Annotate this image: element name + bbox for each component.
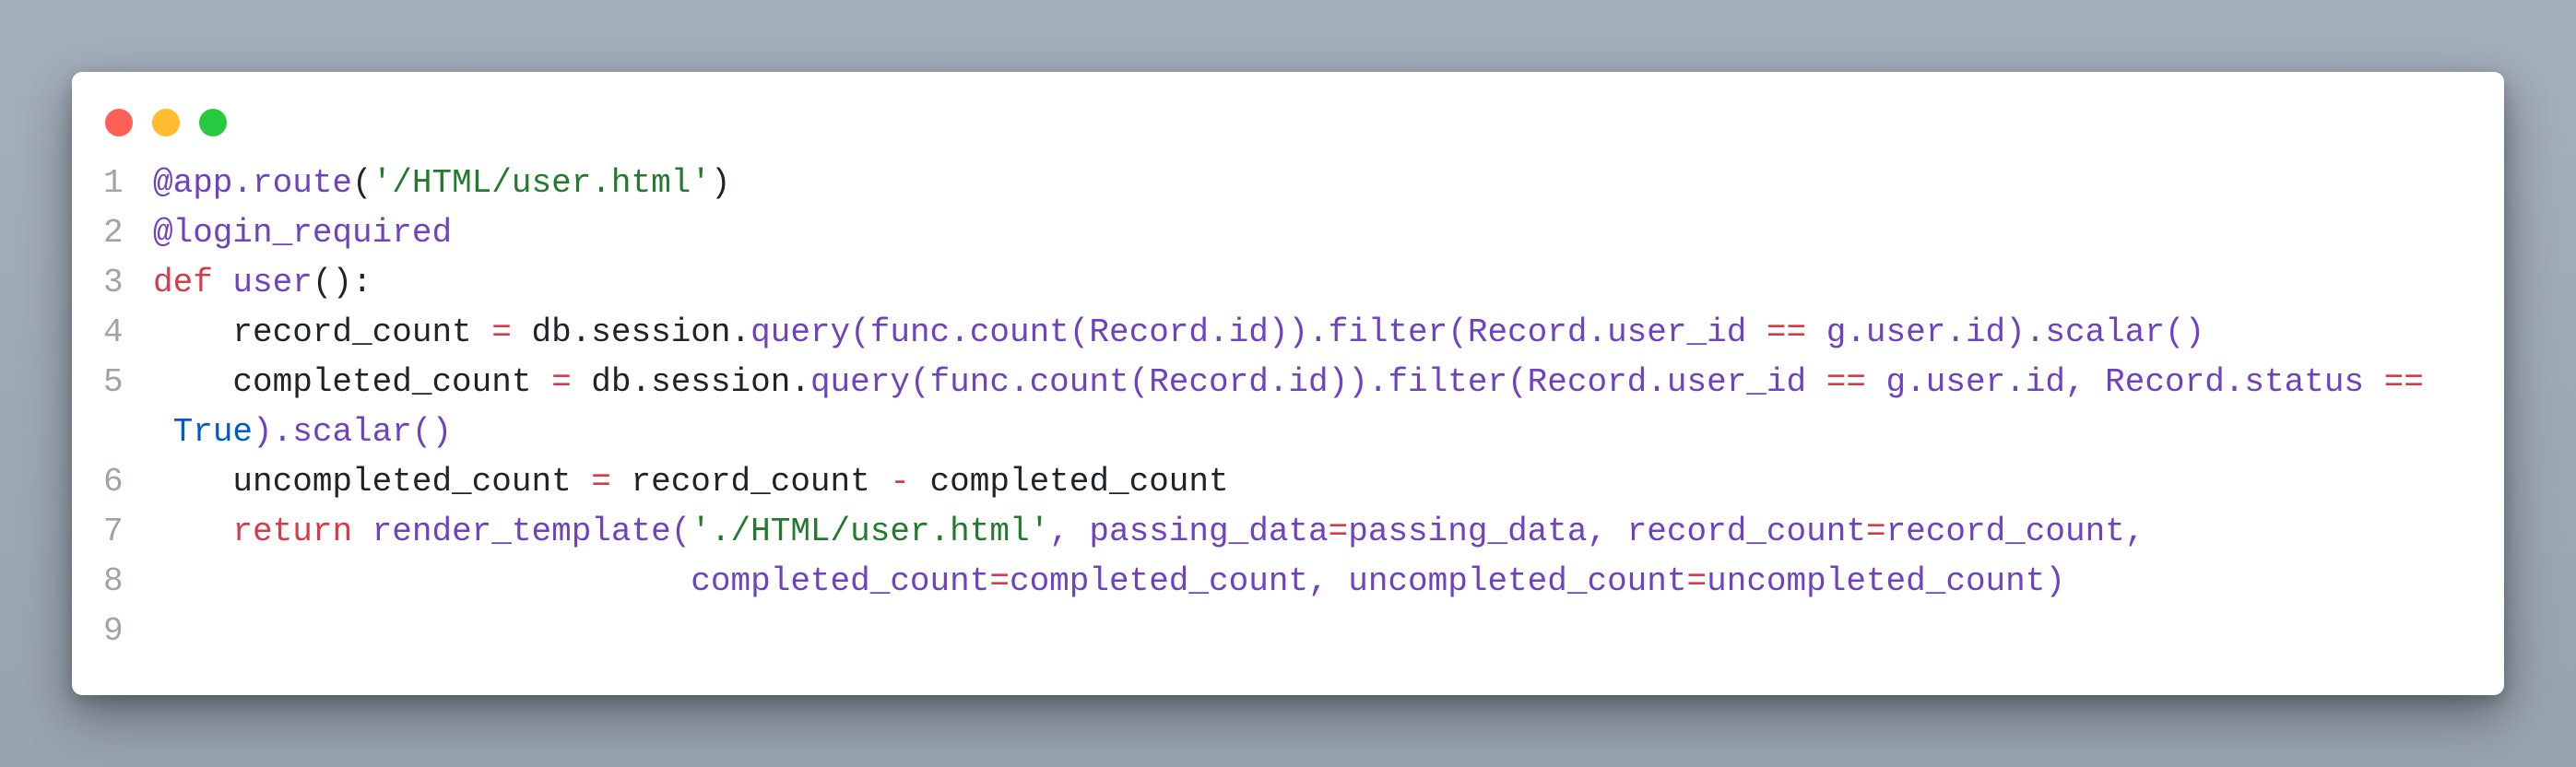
code-token: completed_count — [909, 463, 1229, 501]
line-number: 5 — [103, 363, 124, 401]
line-source: record_count = db.session.query(func.cou… — [153, 308, 2204, 358]
code-token: = — [1328, 513, 1349, 550]
code-token: ) — [710, 164, 731, 202]
code-token: , passing_data — [1049, 513, 1329, 550]
line-source: @login_required — [153, 208, 452, 258]
code-line: 9 — [103, 607, 2482, 656]
close-dot-icon — [105, 109, 133, 136]
code-token: record_count — [153, 313, 492, 351]
line-number: 7 — [103, 513, 124, 550]
code-token: uncompleted_count) — [1707, 562, 2065, 600]
code-line: 4 record_count = db.session.query(func.c… — [103, 308, 2482, 358]
code-token: = — [989, 562, 1010, 600]
code-token: './HTML/user.html' — [691, 513, 1050, 550]
code-line: 3 def user(): — [103, 258, 2482, 308]
code-token: completed_count — [691, 562, 990, 600]
code-token: == — [1826, 363, 1866, 401]
line-number — [103, 407, 153, 457]
code-window: 1 @app.route('/HTML/user.html') 2 @login_re… — [72, 72, 2504, 695]
code-token: def — [153, 264, 233, 301]
window-controls — [105, 109, 227, 136]
code-token: render_template( — [372, 513, 691, 550]
code-token: g.user.id, Record.status — [1865, 363, 2384, 401]
line-number: 1 — [103, 164, 124, 202]
code-token: True — [172, 413, 254, 451]
line-number: 2 — [103, 214, 124, 252]
code-token: - — [890, 463, 910, 501]
line-source: completed_count = db.session.query(func.… — [153, 358, 2424, 407]
maximize-dot-icon — [199, 109, 227, 136]
line-number: 6 — [103, 463, 124, 501]
code-line: True).scalar() — [103, 407, 2482, 457]
code-token: ( — [352, 164, 372, 202]
line-number: 8 — [103, 562, 124, 600]
code-line: 6 uncompleted_count = record_count - com… — [103, 457, 2482, 507]
code-token: record_count, — [1885, 513, 2145, 550]
code-token: = — [551, 363, 572, 401]
line-source: @app.route('/HTML/user.html') — [153, 159, 731, 208]
minimize-dot-icon — [152, 109, 180, 136]
code-token: db.session. — [571, 363, 810, 401]
line-source: return render_template('./HTML/user.html… — [153, 507, 2145, 557]
code-token: query(func.count(Record.id)).filter(Reco… — [750, 313, 1767, 351]
line-source: completed_count=completed_count, uncompl… — [153, 557, 2065, 607]
code-token: == — [2383, 363, 2424, 401]
code-token: user — [232, 264, 313, 301]
code-block: 1 @app.route('/HTML/user.html') 2 @login_re… — [103, 159, 2482, 656]
code-token: uncompleted_count — [153, 463, 592, 501]
code-token: g.user.id).scalar() — [1806, 313, 2205, 351]
line-number: 4 — [103, 313, 124, 351]
code-token: (): — [312, 264, 372, 301]
code-token: @app.route — [153, 164, 353, 202]
line-source: uncompleted_count = record_count - compl… — [153, 457, 1229, 507]
code-token: completed_count — [153, 363, 552, 401]
line-number: 3 — [103, 264, 124, 301]
code-token: passing_data, record_count — [1348, 513, 1866, 550]
code-token: = — [591, 463, 611, 501]
code-token: return — [232, 513, 353, 550]
code-token: = — [1865, 513, 1886, 550]
code-token: record_count — [610, 463, 891, 501]
code-token: = — [491, 313, 512, 351]
line-source: def user(): — [153, 258, 372, 308]
code-token: completed_count, uncompleted_count — [1009, 562, 1687, 600]
code-token: = — [1686, 562, 1707, 600]
code-token: ).scalar() — [253, 413, 453, 451]
code-token: == — [1766, 313, 1807, 351]
line-number: 9 — [103, 612, 124, 650]
code-line: 1 @app.route('/HTML/user.html') — [103, 159, 2482, 208]
code-line: 5 completed_count = db.session.query(fun… — [103, 358, 2482, 407]
code-line: 2 @login_required — [103, 208, 2482, 258]
code-line: 8 completed_count=completed_count, uncom… — [103, 557, 2482, 607]
code-token: @login_required — [153, 214, 453, 252]
code-line: 7 return render_template('./HTML/user.ht… — [103, 507, 2482, 557]
line-source: True).scalar() — [153, 407, 452, 457]
code-token: db.session. — [511, 313, 751, 351]
code-token: '/HTML/user.html' — [372, 164, 711, 202]
code-token: query(func.count(Record.id)).filter(Reco… — [809, 363, 1826, 401]
